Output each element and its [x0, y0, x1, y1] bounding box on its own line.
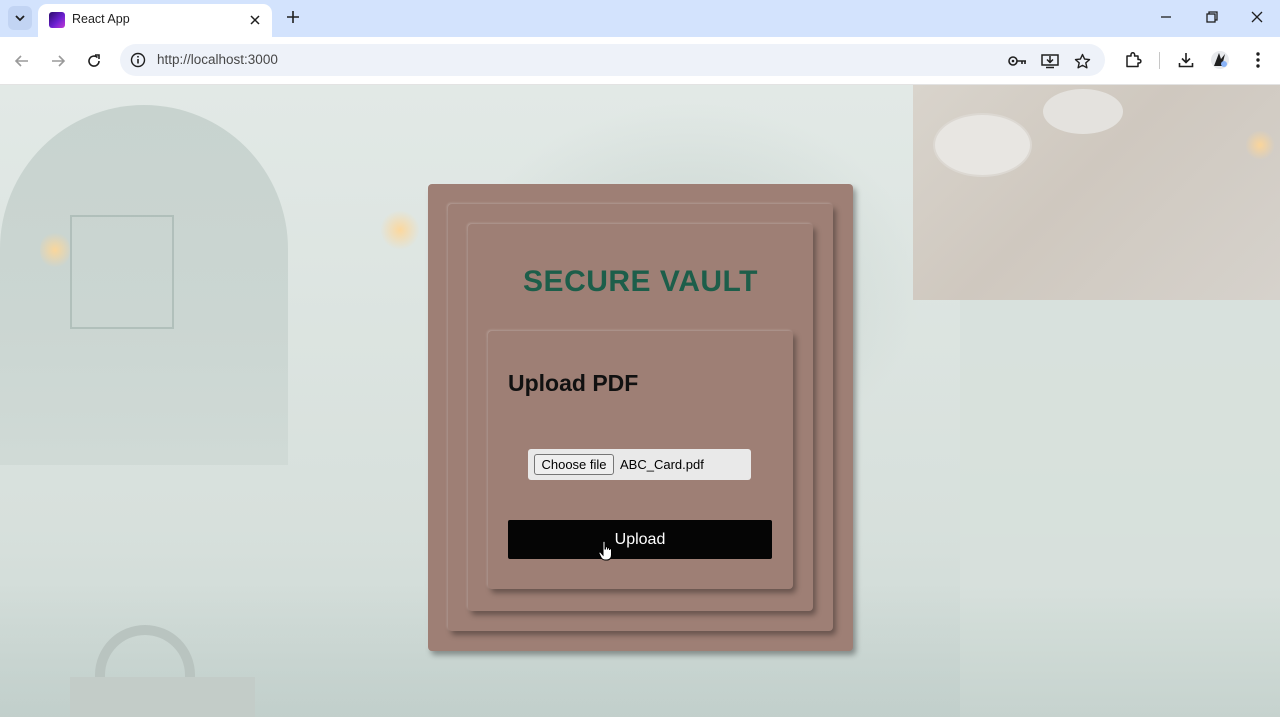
- selected-file-name: ABC_Card.pdf: [620, 457, 704, 472]
- reload-button[interactable]: [80, 47, 108, 75]
- site-info-button[interactable]: [128, 50, 148, 70]
- vault-middle-frame: SECURE VAULT Upload PDF Choose file ABC_…: [448, 204, 833, 631]
- plus-icon: [287, 11, 299, 23]
- browser-toolbar: http://localhost:3000: [0, 37, 1280, 85]
- minimize-button[interactable]: [1143, 4, 1189, 30]
- downloads-button[interactable]: [1174, 48, 1198, 72]
- vault-inner-frame: SECURE VAULT Upload PDF Choose file ABC_…: [468, 224, 813, 611]
- upload-button[interactable]: Upload: [508, 520, 772, 559]
- background-arch: [0, 105, 288, 465]
- reload-icon: [88, 54, 100, 67]
- forward-arrow-icon: [52, 55, 66, 67]
- profile-button[interactable]: [1208, 48, 1232, 72]
- browser-menu-button[interactable]: [1246, 48, 1270, 72]
- forward-button[interactable]: [44, 47, 72, 75]
- info-icon: [130, 52, 146, 68]
- toolbar-separator: [1159, 52, 1160, 69]
- background-photo: [913, 85, 1280, 300]
- file-input[interactable]: Choose file ABC_Card.pdf: [528, 449, 751, 480]
- install-app-icon: [1041, 54, 1059, 69]
- background-bokeh: [380, 210, 420, 250]
- address-bar[interactable]: http://localhost:3000: [120, 44, 1105, 76]
- restore-button[interactable]: [1189, 4, 1235, 30]
- background-plate: [933, 113, 1032, 177]
- bookmark-button[interactable]: [1071, 50, 1093, 72]
- background-cup: [1043, 89, 1123, 134]
- star-icon: [1074, 53, 1090, 68]
- background-bokeh: [40, 230, 70, 270]
- background-bokeh: [1245, 130, 1275, 160]
- profile-icon: [1211, 51, 1229, 69]
- password-button[interactable]: [1007, 50, 1029, 72]
- close-window-button[interactable]: [1234, 4, 1280, 30]
- page-title: SECURE VAULT: [523, 265, 758, 298]
- back-button[interactable]: [8, 47, 36, 75]
- upload-heading: Upload PDF: [508, 370, 639, 396]
- background-arch-window: [70, 215, 174, 329]
- tab-close-button[interactable]: [246, 11, 264, 29]
- close-icon: [250, 15, 260, 25]
- download-icon: [1178, 53, 1194, 68]
- minimize-icon: [1161, 16, 1171, 18]
- hand-cursor-icon: [598, 540, 612, 561]
- new-tab-button[interactable]: [282, 6, 304, 28]
- tab-search-button[interactable]: [8, 6, 32, 30]
- kebab-menu-icon: [1256, 52, 1260, 68]
- close-icon: [1251, 11, 1263, 23]
- tab-title: React App: [72, 12, 130, 26]
- back-arrow-icon: [14, 55, 28, 67]
- choose-file-button[interactable]: Choose file: [534, 454, 614, 475]
- upload-card: Upload PDF Choose file ABC_Card.pdf Uplo…: [488, 331, 793, 589]
- tab-strip: React App: [0, 0, 1280, 37]
- puzzle-icon: [1126, 51, 1142, 68]
- install-app-button[interactable]: [1039, 50, 1061, 72]
- background-lock-body: [70, 677, 255, 717]
- tab-favicon-icon: [49, 12, 65, 28]
- chevron-down-icon: [15, 15, 25, 22]
- extensions-button[interactable]: [1121, 48, 1145, 72]
- key-icon: [1008, 56, 1026, 66]
- page-background: SECURE VAULT Upload PDF Choose file ABC_…: [0, 85, 1280, 717]
- browser-tab[interactable]: React App: [38, 4, 272, 37]
- vault-outer-frame: SECURE VAULT Upload PDF Choose file ABC_…: [428, 184, 853, 651]
- url-text[interactable]: http://localhost:3000: [157, 52, 278, 67]
- restore-icon: [1206, 11, 1218, 23]
